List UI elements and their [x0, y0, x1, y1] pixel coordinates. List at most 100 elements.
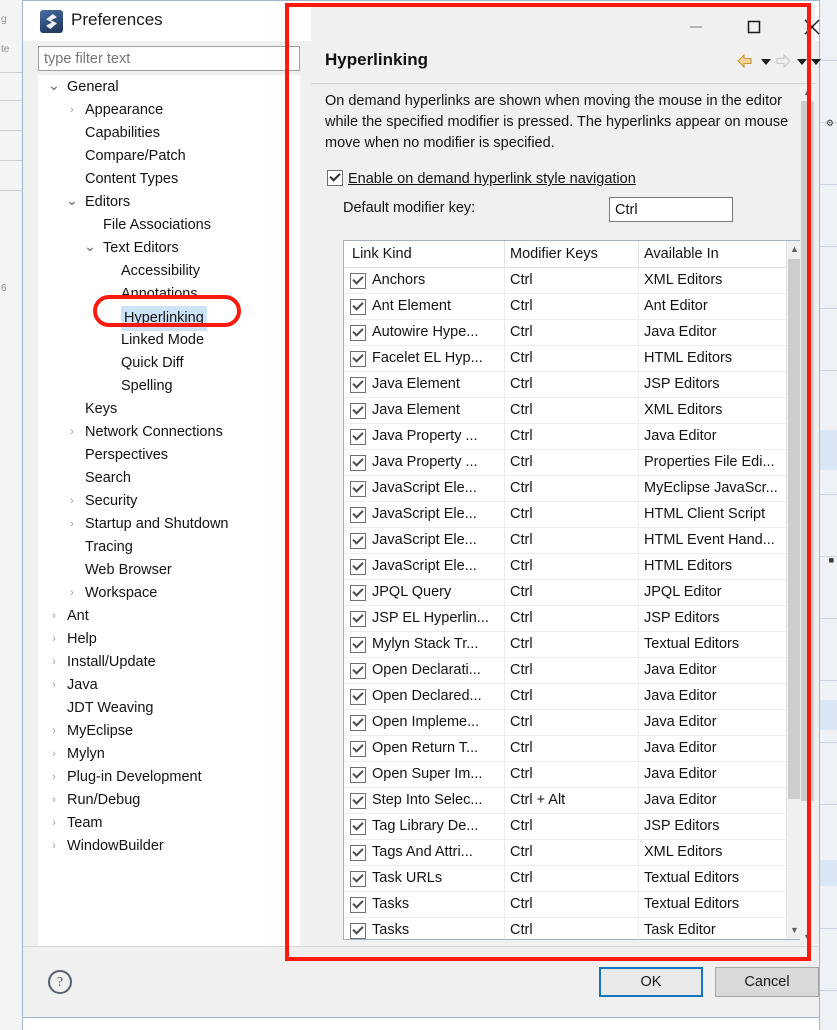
sidebar-item-network-connections[interactable]: › Network Connections	[39, 421, 299, 444]
sidebar-item-security[interactable]: › Security	[39, 490, 299, 513]
row-checkbox[interactable]	[350, 767, 366, 783]
table-row[interactable]: JavaScript Ele... Ctrl HTML Editors	[344, 554, 802, 580]
chevron-right-icon[interactable]: ›	[65, 421, 79, 444]
sidebar-item-run-debug[interactable]: › Run/Debug	[39, 789, 299, 812]
table-row[interactable]: Open Declared... Ctrl Java Editor	[344, 684, 802, 710]
row-checkbox[interactable]	[350, 377, 366, 393]
sidebar-item-text-editors[interactable]: ⌄ Text Editors	[39, 237, 299, 260]
ok-button[interactable]: OK	[599, 967, 703, 997]
chevron-right-icon[interactable]: ›	[47, 812, 61, 835]
sidebar-item-appearance[interactable]: › Appearance	[39, 99, 299, 122]
table-row[interactable]: Facelet EL Hyp... Ctrl HTML Editors	[344, 346, 802, 372]
sidebar-item-myeclipse[interactable]: › MyEclipse	[39, 720, 299, 743]
table-row[interactable]: Anchors Ctrl XML Editors	[344, 268, 802, 294]
enable-hyperlink-checkbox-row[interactable]: Enable on demand hyperlink style navigat…	[327, 170, 636, 187]
chevron-down-icon[interactable]: ⌄	[83, 237, 97, 260]
row-checkbox[interactable]	[350, 325, 366, 341]
sidebar-item-file-associations[interactable]: File Associations	[39, 214, 299, 237]
table-row[interactable]: Autowire Hype... Ctrl Java Editor	[344, 320, 802, 346]
row-checkbox[interactable]	[350, 715, 366, 731]
sidebar-item-java[interactable]: › Java	[39, 674, 299, 697]
table-row[interactable]: Open Return T... Ctrl Java Editor	[344, 736, 802, 762]
sidebar-item-compare-patch[interactable]: Compare/Patch	[39, 145, 299, 168]
row-checkbox[interactable]	[350, 793, 366, 809]
chevron-down-icon[interactable]: ⌄	[65, 191, 79, 214]
table-row[interactable]: Tasks Ctrl Textual Editors	[344, 892, 802, 918]
row-checkbox[interactable]	[350, 351, 366, 367]
table-row[interactable]: JPQL Query Ctrl JPQL Editor	[344, 580, 802, 606]
modifier-key-input[interactable]	[609, 197, 733, 222]
sidebar-item-web-browser[interactable]: Web Browser	[39, 559, 299, 582]
sidebar-item-quick-diff[interactable]: Quick Diff	[39, 352, 299, 375]
cancel-button[interactable]: Cancel	[715, 967, 819, 997]
row-checkbox[interactable]	[350, 897, 366, 913]
chevron-right-icon[interactable]: ›	[47, 674, 61, 697]
sidebar-item-workspace[interactable]: › Workspace	[39, 582, 299, 605]
row-checkbox[interactable]	[350, 741, 366, 757]
table-row[interactable]: Java Element Ctrl XML Editors	[344, 398, 802, 424]
row-checkbox[interactable]	[350, 845, 366, 861]
chevron-right-icon[interactable]: ›	[47, 651, 61, 674]
chevron-right-icon[interactable]: ›	[47, 835, 61, 858]
chevron-right-icon[interactable]: ›	[47, 720, 61, 743]
row-checkbox[interactable]	[350, 689, 366, 705]
page-scroll-up-arrow-icon[interactable]: ▲	[800, 84, 815, 101]
chevron-right-icon[interactable]: ›	[47, 605, 61, 628]
forward-dropdown-chevron-down-icon[interactable]	[795, 51, 809, 73]
minimize-button[interactable]	[673, 10, 719, 43]
sidebar-item-capabilities[interactable]: Capabilities	[39, 122, 299, 145]
maximize-button[interactable]	[731, 10, 777, 43]
sidebar-item-tracing[interactable]: Tracing	[39, 536, 299, 559]
row-checkbox[interactable]	[350, 871, 366, 887]
column-header-link-kind[interactable]: Link Kind	[352, 241, 412, 267]
sidebar-item-annotations[interactable]: Annotations	[39, 283, 299, 306]
table-row[interactable]: Tasks Ctrl Task Editor	[344, 918, 802, 939]
row-checkbox[interactable]	[350, 429, 366, 445]
row-checkbox[interactable]	[350, 507, 366, 523]
sidebar-item-jdt-weaving[interactable]: JDT Weaving	[39, 697, 299, 720]
column-header-modifier-keys[interactable]: Modifier Keys	[510, 241, 598, 267]
chevron-right-icon[interactable]: ›	[47, 628, 61, 651]
sidebar-item-keys[interactable]: Keys	[39, 398, 299, 421]
table-row[interactable]: Tag Library De... Ctrl JSP Editors	[344, 814, 802, 840]
chevron-right-icon[interactable]: ›	[65, 99, 79, 122]
sidebar-item-mylyn[interactable]: › Mylyn	[39, 743, 299, 766]
sidebar-item-spelling[interactable]: Spelling	[39, 375, 299, 398]
chevron-right-icon[interactable]: ›	[65, 582, 79, 605]
sidebar-item-team[interactable]: › Team	[39, 812, 299, 835]
row-checkbox[interactable]	[350, 403, 366, 419]
sidebar-item-startup-and-shutdown[interactable]: › Startup and Shutdown	[39, 513, 299, 536]
table-row[interactable]: Java Property ... Ctrl Properties File Edi…	[344, 450, 802, 476]
back-dropdown-chevron-down-icon[interactable]	[759, 51, 773, 73]
table-row[interactable]: Ant Element Ctrl Ant Editor	[344, 294, 802, 320]
sidebar-item-accessibility[interactable]: Accessibility	[39, 260, 299, 283]
search-input[interactable]	[38, 46, 300, 71]
row-checkbox[interactable]	[350, 533, 366, 549]
sidebar-item-general[interactable]: ⌄ General	[39, 76, 299, 99]
row-checkbox[interactable]	[350, 273, 366, 289]
sidebar-item-linked-mode[interactable]: Linked Mode	[39, 329, 299, 352]
back-arrow-icon[interactable]	[735, 51, 755, 73]
table-row[interactable]: Tags And Attri... Ctrl XML Editors	[344, 840, 802, 866]
chevron-down-icon[interactable]: ⌄	[47, 76, 61, 99]
page-scrollbar[interactable]: ▲ ▼	[800, 84, 815, 946]
help-icon[interactable]: ?	[48, 970, 72, 994]
chevron-right-icon[interactable]: ›	[65, 513, 79, 536]
sidebar-item-search[interactable]: Search	[39, 467, 299, 490]
sidebar-item-windowbuilder[interactable]: › WindowBuilder	[39, 835, 299, 858]
row-checkbox[interactable]	[350, 455, 366, 471]
table-row[interactable]: Mylyn Stack Tr... Ctrl Textual Editors	[344, 632, 802, 658]
table-row[interactable]: Java Property ... Ctrl Java Editor	[344, 424, 802, 450]
chevron-right-icon[interactable]: ›	[47, 766, 61, 789]
table-row[interactable]: JavaScript Ele... Ctrl HTML Client Script	[344, 502, 802, 528]
sidebar-item-content-types[interactable]: Content Types	[39, 168, 299, 191]
row-checkbox[interactable]	[350, 637, 366, 653]
chevron-right-icon[interactable]: ›	[47, 743, 61, 766]
table-row[interactable]: Open Declarati... Ctrl Java Editor	[344, 658, 802, 684]
row-checkbox[interactable]	[350, 585, 366, 601]
sidebar-item-plug-in-development[interactable]: › Plug-in Development	[39, 766, 299, 789]
close-button[interactable]	[789, 10, 835, 43]
row-checkbox[interactable]	[350, 299, 366, 315]
sidebar-item-hyperlinking[interactable]: Hyperlinking	[39, 306, 299, 331]
chevron-right-icon[interactable]: ›	[65, 490, 79, 513]
